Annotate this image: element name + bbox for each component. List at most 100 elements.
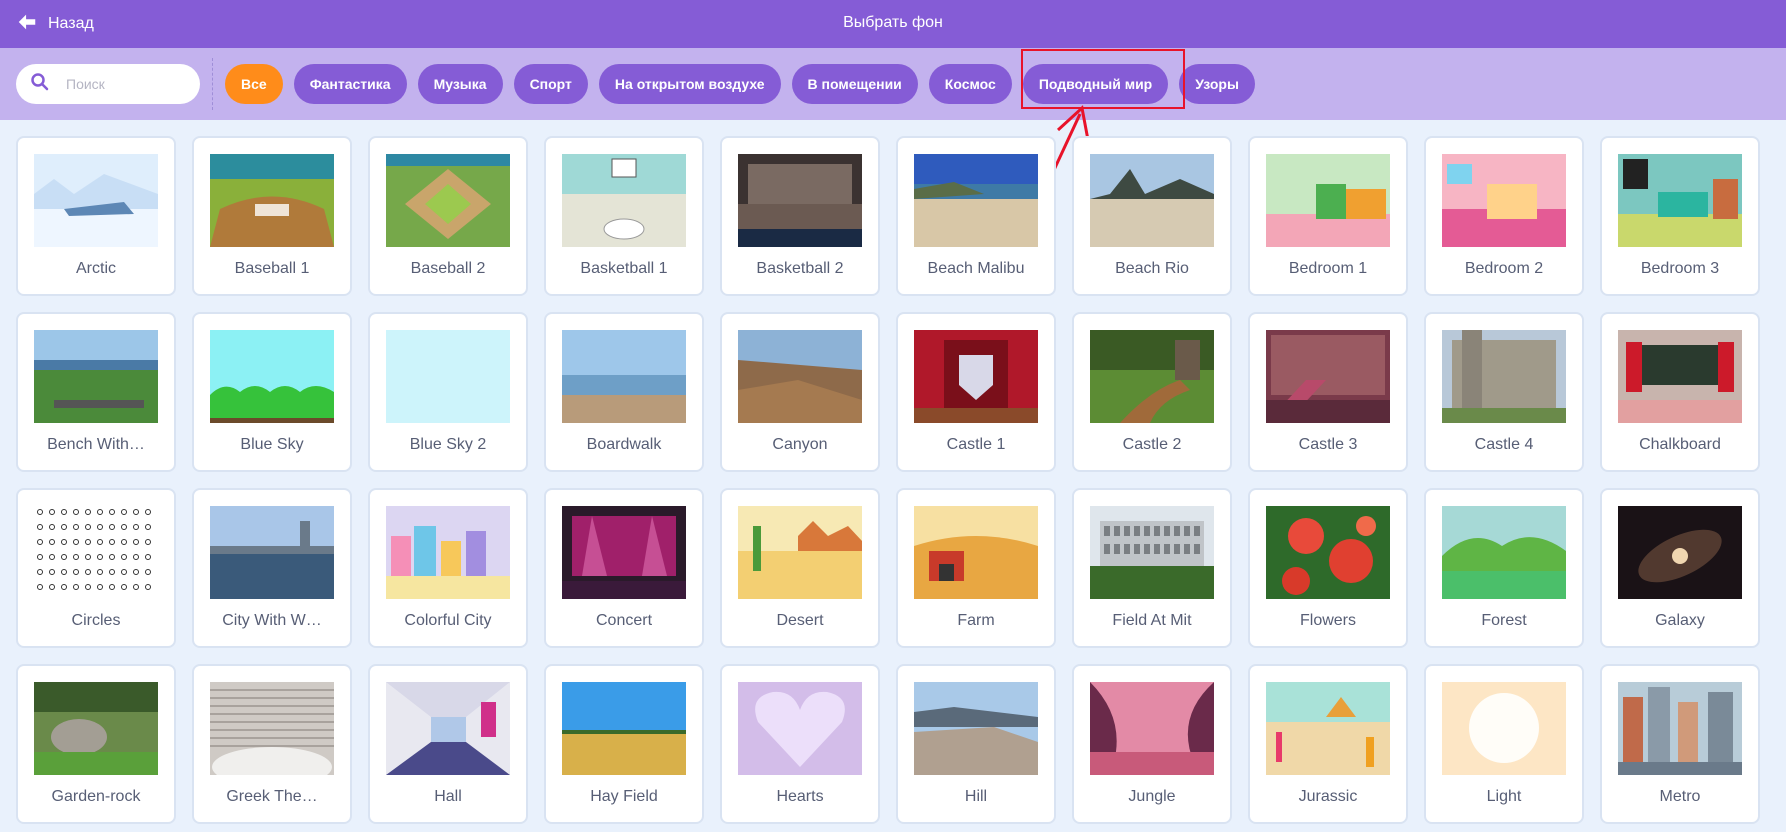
backdrop-card[interactable]: Castle 2 xyxy=(1072,312,1232,472)
tag-6[interactable]: Космос xyxy=(928,64,1012,104)
backdrop-card[interactable]: Castle 1 xyxy=(896,312,1056,472)
backdrop-thumbnail xyxy=(1090,682,1214,775)
backdrop-card[interactable]: Blue Sky 2 xyxy=(368,312,528,472)
backdrop-card[interactable]: Baseball 2 xyxy=(368,136,528,296)
backdrop-card[interactable]: Forest xyxy=(1424,488,1584,648)
backdrop-thumbnail xyxy=(1090,154,1214,247)
backdrop-card[interactable]: Bench With… xyxy=(16,312,176,472)
backdrop-thumbnail xyxy=(1266,154,1390,247)
backdrop-thumbnail xyxy=(562,330,686,423)
backdrop-card[interactable]: Hay Field xyxy=(544,664,704,824)
backdrop-card[interactable]: Jurassic xyxy=(1248,664,1408,824)
backdrop-card[interactable]: Beach Rio xyxy=(1072,136,1232,296)
backdrop-label: Beach Malibu xyxy=(927,260,1025,277)
backdrop-card[interactable]: Baseball 1 xyxy=(192,136,352,296)
backdrop-card[interactable]: Canyon xyxy=(720,312,880,472)
backdrop-label: Concert xyxy=(595,612,653,629)
backdrop-thumbnail xyxy=(562,154,686,247)
tag-5[interactable]: В помещении xyxy=(791,64,918,104)
backdrop-label: Hay Field xyxy=(590,788,658,805)
backdrop-thumbnail xyxy=(34,330,158,423)
backdrop-card[interactable]: Galaxy xyxy=(1600,488,1760,648)
backdrop-label: Baseball 1 xyxy=(234,260,310,277)
backdrop-card[interactable]: Basketball 2 xyxy=(720,136,880,296)
backdrop-thumbnail xyxy=(1442,330,1566,423)
backdrop-thumbnail xyxy=(914,682,1038,775)
backdrop-card[interactable]: Concert xyxy=(544,488,704,648)
backdrop-label: Arctic xyxy=(76,260,116,277)
backdrop-thumbnail xyxy=(738,330,862,423)
backdrop-thumbnail xyxy=(1442,154,1566,247)
backdrop-card[interactable]: Bedroom 2 xyxy=(1424,136,1584,296)
backdrop-card[interactable]: Arctic xyxy=(16,136,176,296)
backdrop-card[interactable]: Light xyxy=(1424,664,1584,824)
tag-2[interactable]: Музыка xyxy=(417,64,503,104)
backdrop-card[interactable]: Hearts xyxy=(720,664,880,824)
backdrop-label: Farm xyxy=(957,612,995,629)
backdrop-card[interactable]: Jungle xyxy=(1072,664,1232,824)
filter-bar: ВсеФантастикаМузыкаСпортНа открытом возд… xyxy=(0,48,1786,120)
backdrop-thumbnail xyxy=(1442,506,1566,599)
backdrop-thumbnail xyxy=(34,682,158,775)
backdrop-thumbnail xyxy=(210,506,334,599)
backdrop-card[interactable]: Bedroom 1 xyxy=(1248,136,1408,296)
backdrop-label: Hall xyxy=(434,788,462,805)
backdrop-label: Chalkboard xyxy=(1639,436,1721,453)
backdrop-card[interactable]: Basketball 1 xyxy=(544,136,704,296)
backdrop-label: Baseball 2 xyxy=(410,260,486,277)
backdrop-card[interactable]: Beach Malibu xyxy=(896,136,1056,296)
tag-8[interactable]: Узоры xyxy=(1179,64,1255,104)
backdrop-label: Basketball 2 xyxy=(756,260,844,277)
backdrop-thumbnail xyxy=(562,682,686,775)
backdrop-label: Castle 2 xyxy=(1122,436,1182,453)
backdrop-thumbnail xyxy=(1618,154,1742,247)
backdrop-thumbnail xyxy=(914,506,1038,599)
backdrop-thumbnail xyxy=(386,506,510,599)
tag-4[interactable]: На открытом воздухе xyxy=(598,64,781,104)
backdrop-card[interactable]: Metro xyxy=(1600,664,1760,824)
backdrop-card[interactable]: Flowers xyxy=(1248,488,1408,648)
backdrop-thumbnail xyxy=(914,154,1038,247)
backdrop-card[interactable]: Blue Sky xyxy=(192,312,352,472)
backdrop-card[interactable]: Hill xyxy=(896,664,1056,824)
backdrop-label: Boardwalk xyxy=(586,436,662,453)
backdrop-label: Bedroom 2 xyxy=(1464,260,1544,277)
backdrop-card[interactable]: Field At Mit xyxy=(1072,488,1232,648)
backdrop-card[interactable]: Castle 4 xyxy=(1424,312,1584,472)
backdrop-label: Greek The… xyxy=(226,788,318,805)
top-bar: Назад Выбрать фон xyxy=(0,0,1786,48)
backdrop-label: City With W… xyxy=(222,612,322,629)
backdrop-thumbnail xyxy=(1618,330,1742,423)
backdrop-thumbnail xyxy=(386,682,510,775)
backdrop-label: Forest xyxy=(1481,612,1527,629)
search-box[interactable] xyxy=(16,64,200,104)
backdrop-label: Metro xyxy=(1659,788,1701,805)
backdrop-card[interactable]: Greek The… xyxy=(192,664,352,824)
backdrop-card[interactable]: Farm xyxy=(896,488,1056,648)
backdrop-thumbnail xyxy=(386,154,510,247)
backdrop-card[interactable]: Circles xyxy=(16,488,176,648)
backdrop-label: Blue Sky 2 xyxy=(409,436,487,453)
backdrop-card[interactable]: Garden-rock xyxy=(16,664,176,824)
backdrop-card[interactable]: Desert xyxy=(720,488,880,648)
backdrop-grid: Arctic Baseball 1 Baseball 2 Basketball 1 Ba… xyxy=(16,136,1760,824)
backdrop-card[interactable]: Chalkboard xyxy=(1600,312,1760,472)
backdrop-thumbnail xyxy=(1090,330,1214,423)
backdrop-card[interactable]: Castle 3 xyxy=(1248,312,1408,472)
divider xyxy=(212,58,213,110)
backdrop-card[interactable]: Boardwalk xyxy=(544,312,704,472)
tag-0[interactable]: Все xyxy=(225,64,283,104)
backdrop-thumbnail xyxy=(1266,330,1390,423)
backdrop-label: Galaxy xyxy=(1655,612,1705,629)
backdrop-label: Circles xyxy=(71,612,121,629)
page-title: Выбрать фон xyxy=(843,14,943,31)
backdrop-card[interactable]: Bedroom 3 xyxy=(1600,136,1760,296)
backdrop-card[interactable]: Hall xyxy=(368,664,528,824)
search-input[interactable] xyxy=(64,75,188,93)
backdrop-label: Bedroom 3 xyxy=(1640,260,1720,277)
tag-1[interactable]: Фантастика xyxy=(293,64,407,104)
backdrop-card[interactable]: Colorful City xyxy=(368,488,528,648)
tag-3[interactable]: Спорт xyxy=(513,64,588,104)
backdrop-card[interactable]: City With W… xyxy=(192,488,352,648)
backdrop-thumbnail xyxy=(210,154,334,247)
